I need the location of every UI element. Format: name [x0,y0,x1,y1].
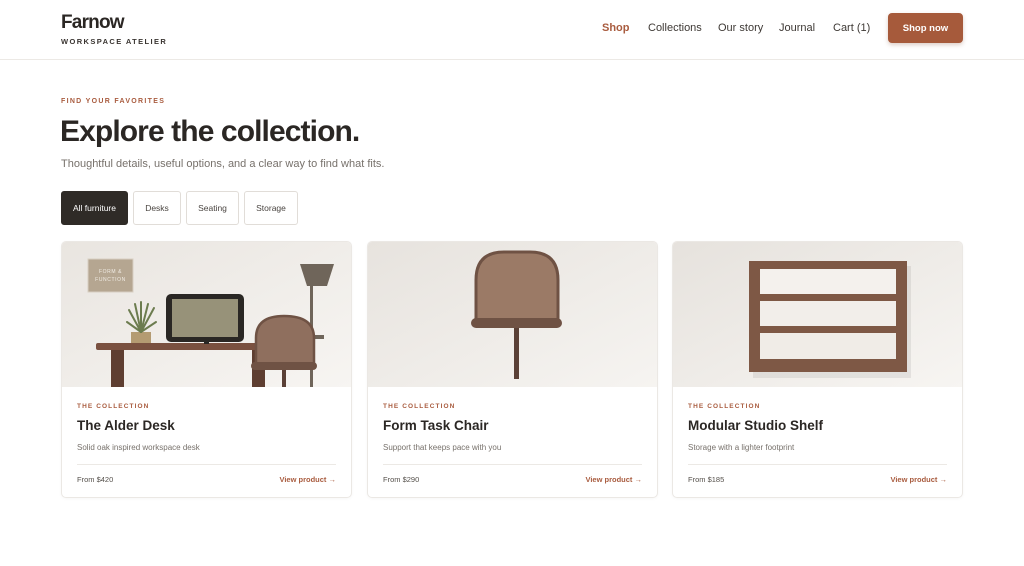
filter-storage[interactable]: Storage [244,191,298,225]
hero-eyebrow: FIND YOUR FAVORITES [61,98,166,105]
nav-shop[interactable]: Shop [602,22,630,34]
site-header: Farnow WORKSPACE ATELIER Shop Collection… [0,0,1024,60]
divider [383,464,642,465]
card-eyebrow: THE COLLECTION [383,403,456,410]
view-product-link[interactable]: View product → [585,475,642,484]
card-title: The Alder Desk [77,418,175,433]
main-nav: Shop Collections Our story Journal Cart … [0,22,1024,36]
filter-all-furniture[interactable]: All furniture [61,191,128,225]
nav-cart[interactable]: Cart (1) [833,22,870,34]
filter-desks[interactable]: Desks [133,191,181,225]
shelf-illustration [673,242,962,387]
card-price: From $185 [688,475,725,484]
card-title: Modular Studio Shelf [688,418,823,433]
nav-our-story[interactable]: Our story [718,22,763,34]
card-title: Form Task Chair [383,418,489,433]
art-print-text-1: FORM & [99,269,122,275]
card-description: Storage with a lighter footprint [688,443,795,452]
filter-seating[interactable]: Seating [186,191,239,225]
nav-collections[interactable]: Collections [648,22,702,34]
product-card-modular-studio-shelf[interactable]: THE COLLECTION Modular Studio Shelf Stor… [672,241,963,498]
card-price: From $420 [77,475,114,484]
divider [688,464,947,465]
card-eyebrow: THE COLLECTION [688,403,761,410]
nav-journal[interactable]: Journal [779,22,815,34]
art-print-text-2: FUNCTION [95,277,126,283]
product-card-form-task-chair[interactable]: THE COLLECTION Form Task Chair Support t… [367,241,658,498]
product-card-alder-desk[interactable]: FORM & FUNCTION THE COLLECTION The Alder… [61,241,352,498]
chair-illustration [368,242,657,387]
view-product-link[interactable]: View product → [890,475,947,484]
card-eyebrow: THE COLLECTION [77,403,150,410]
page-title: Explore the collection. [60,115,360,148]
view-product-link[interactable]: View product → [279,475,336,484]
divider [77,464,336,465]
shop-now-button[interactable]: Shop now [888,13,963,43]
page-subtitle: Thoughtful details, useful options, and … [61,158,385,170]
card-price: From $290 [383,475,420,484]
desk-scene-illustration: FORM & FUNCTION [62,242,351,387]
card-description: Support that keeps pace with you [383,443,502,452]
card-description: Solid oak inspired workspace desk [77,443,200,452]
brand-tagline: WORKSPACE ATELIER [61,37,168,46]
